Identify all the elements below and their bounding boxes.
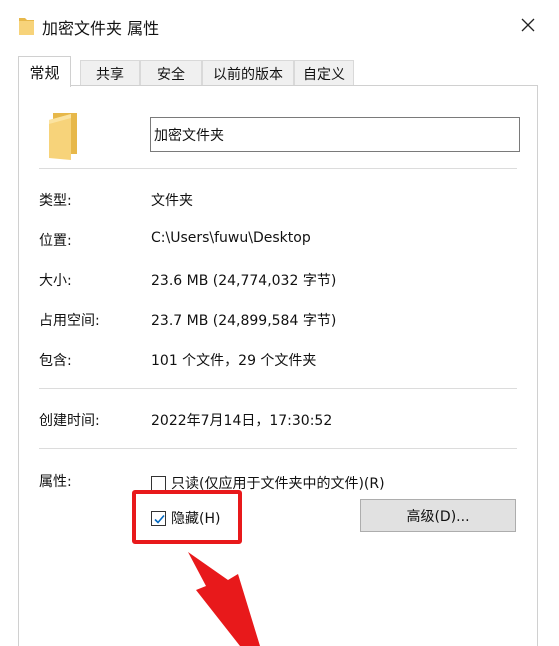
tab-strip: 常规 共享 安全 以前的版本 自定义: [18, 56, 538, 87]
divider: [39, 388, 517, 389]
divider: [39, 448, 517, 449]
location-value: C:\Users\fuwu\Desktop: [151, 230, 311, 246]
advanced-button[interactable]: 高级(D)...: [360, 499, 516, 532]
close-button[interactable]: [506, 10, 550, 42]
title-bar[interactable]: 加密文件夹 属性: [0, 0, 559, 52]
properties-window: 加密文件夹 属性 常规 共享 安全 以前的版本 自定义 类型: 文件夹: [0, 0, 559, 646]
size-label: 大小:: [39, 273, 72, 289]
contains-label: 包含:: [39, 353, 72, 369]
tab-previous-versions[interactable]: 以前的版本: [202, 60, 294, 86]
hidden-label: 隐藏(H): [171, 511, 221, 527]
folder-icon: [18, 16, 35, 36]
checkmark-icon: [154, 514, 165, 524]
created-value: 2022年7月14日，17:30:52: [151, 413, 333, 429]
type-label: 类型:: [39, 193, 72, 209]
hidden-checkbox[interactable]: [151, 510, 166, 526]
divider: [39, 168, 517, 169]
attributes-label: 属性:: [39, 474, 72, 490]
readonly-checkbox-row[interactable]: 只读(仅应用于文件夹中的文件)(R): [151, 473, 385, 493]
contains-value: 101 个文件，29 个文件夹: [151, 353, 317, 369]
window-title: 加密文件夹 属性: [42, 19, 160, 38]
size-value: 23.6 MB (24,774,032 字节): [151, 273, 337, 289]
size-on-disk-label: 占用空间:: [39, 313, 100, 329]
hidden-checkbox-row[interactable]: 隐藏(H): [151, 508, 220, 528]
readonly-checkbox[interactable]: [151, 475, 166, 491]
location-label: 位置:: [39, 233, 72, 249]
created-label: 创建时间:: [39, 413, 100, 429]
tab-sharing[interactable]: 共享: [80, 60, 140, 86]
close-icon: [521, 17, 535, 36]
size-on-disk-value: 23.7 MB (24,899,584 字节): [151, 313, 337, 329]
folder-name-input[interactable]: [150, 117, 520, 152]
readonly-label: 只读(仅应用于文件夹中的文件)(R): [171, 476, 385, 492]
general-tab-panel: 类型: 文件夹 位置: C:\Users\fuwu\Desktop 大小: 23…: [18, 85, 538, 646]
tab-security[interactable]: 安全: [140, 60, 202, 86]
tab-general[interactable]: 常规: [18, 56, 71, 87]
large-folder-icon: [47, 110, 81, 162]
type-value: 文件夹: [151, 193, 193, 209]
tab-customize[interactable]: 自定义: [294, 60, 354, 86]
